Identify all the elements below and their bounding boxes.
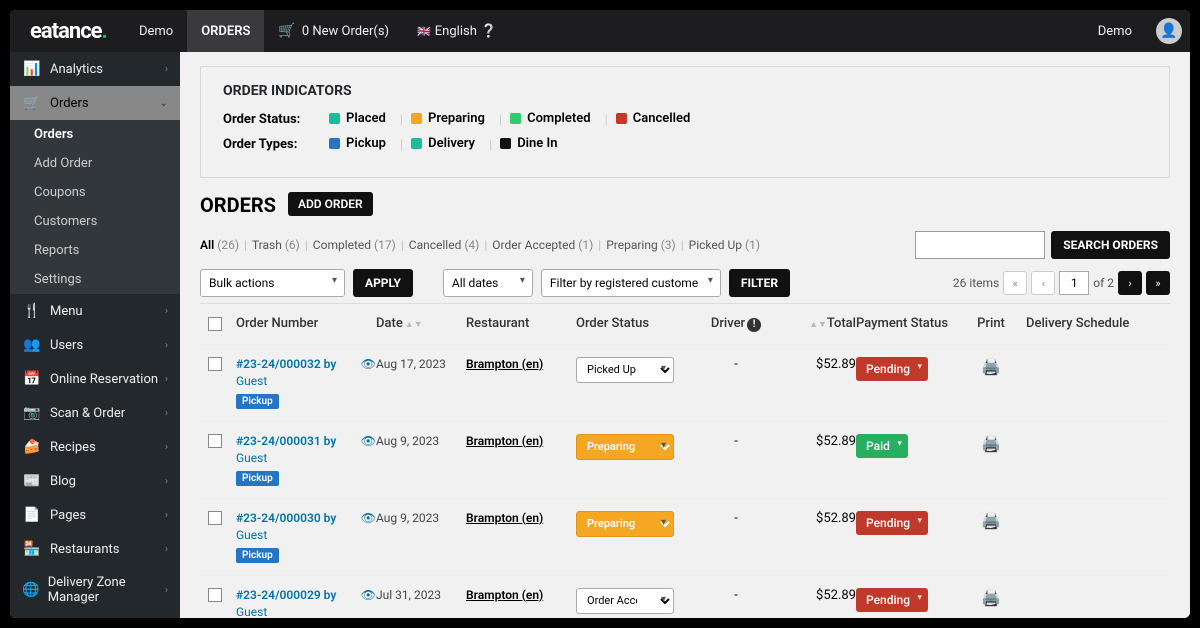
add-order-button[interactable]: ADD ORDER: [288, 192, 373, 216]
page-prev[interactable]: ‹: [1031, 271, 1055, 295]
print-icon[interactable]: 🖨️: [981, 511, 1001, 530]
filter-tab-completed[interactable]: Completed (17): [313, 238, 396, 252]
cart-icon: 🛒: [22, 95, 42, 111]
restaurant-link[interactable]: Brampton (en): [466, 588, 543, 602]
table-row: #23-24/000032 byGuestPickup👁Aug 17, 2023…: [200, 345, 1170, 422]
order-link[interactable]: #23-24/000031 by: [236, 434, 336, 448]
status-select[interactable]: Preparing: [576, 434, 674, 460]
table-header: Order Number Date▲▼ Restaurant Order Sta…: [200, 304, 1170, 345]
row-checkbox[interactable]: [208, 511, 222, 525]
sidebar-item-recipes[interactable]: 🍰Recipes›: [10, 430, 180, 464]
indicators-title: ORDER INDICATORS: [223, 83, 1147, 99]
sidebar-item-pages[interactable]: 📄Pages›: [10, 498, 180, 532]
page-title: ORDERS: [200, 193, 276, 217]
status-select[interactable]: Preparing: [576, 511, 674, 537]
payment-status-button[interactable]: Paid: [856, 434, 908, 458]
sort-icon: ▲▼: [405, 320, 423, 330]
customer-filter-select[interactable]: Filter by registered customer: [541, 269, 721, 297]
sidebar-sub-reports[interactable]: Reports: [10, 236, 180, 265]
sidebar-item-users[interactable]: 👥Users›: [10, 328, 180, 362]
top-new-orders[interactable]: 🛒0 New Order(s): [264, 10, 403, 52]
search-input[interactable]: [915, 231, 1045, 259]
order-link[interactable]: #23-24/000030 by: [236, 511, 336, 525]
sidebar-item-delivery-zone-manager[interactable]: 🌐Delivery Zone Manager›: [10, 566, 180, 614]
filter-button[interactable]: FILTER: [729, 269, 790, 297]
payment-status-button[interactable]: Pending: [856, 511, 928, 535]
sidebar-analytics[interactable]: 📊Analytics›: [10, 52, 180, 86]
print-icon[interactable]: 🖨️: [981, 357, 1001, 376]
order-indicators: ORDER INDICATORS Order Status:Placed|Pre…: [200, 66, 1170, 178]
sidebar-item-menu[interactable]: 🍴Menu›: [10, 294, 180, 328]
top-demo[interactable]: Demo: [125, 10, 187, 52]
sidebar-item-restaurants[interactable]: 🏪Restaurants›: [10, 532, 180, 566]
guest-link[interactable]: Guest: [236, 451, 336, 465]
table-row: #23-24/000031 byGuestPickup👁Aug 9, 2023B…: [200, 422, 1170, 499]
sidebar-orders[interactable]: 🛒Orders⌄: [10, 86, 180, 120]
eye-icon[interactable]: 👁: [361, 588, 376, 602]
sidebar-sub-orders[interactable]: Orders: [10, 120, 180, 149]
page-next[interactable]: ›: [1118, 271, 1142, 295]
guest-link[interactable]: Guest: [236, 374, 336, 388]
filter-tab-all[interactable]: All (26): [200, 238, 239, 252]
print-icon[interactable]: 🖨️: [981, 588, 1001, 607]
avatar[interactable]: 👤: [1156, 18, 1182, 44]
row-checkbox[interactable]: [208, 588, 222, 602]
restaurant-link[interactable]: Brampton (en): [466, 511, 543, 525]
eye-icon[interactable]: 👁: [361, 357, 376, 371]
row-checkbox[interactable]: [208, 434, 222, 448]
apply-button[interactable]: APPLY: [353, 269, 413, 297]
sidebar-sub-add-order[interactable]: Add Order: [10, 149, 180, 178]
sort-icon: ▲▼: [809, 320, 827, 330]
top-user[interactable]: Demo: [1084, 10, 1146, 52]
filter-tab-picked-up[interactable]: Picked Up (1): [689, 238, 760, 252]
info-icon[interactable]: !: [747, 318, 761, 332]
payment-status-button[interactable]: Pending: [856, 588, 928, 612]
status-select[interactable]: Picked Up: [576, 357, 674, 383]
sidebar-item-online-reservation[interactable]: 📅Online Reservation›: [10, 362, 180, 396]
status-select[interactable]: Order Accepted: [576, 588, 674, 614]
restaurant-link[interactable]: Brampton (en): [466, 434, 543, 448]
eye-icon[interactable]: 👁: [361, 434, 376, 448]
sidebar-item-scan-&-order[interactable]: 📷Scan & Order›: [10, 396, 180, 430]
filter-tab-order-accepted[interactable]: Order Accepted (1): [492, 238, 593, 252]
top-orders[interactable]: ORDERS: [187, 10, 264, 52]
search-orders-button[interactable]: SEARCH ORDERS: [1051, 231, 1170, 259]
items-count: 26 items: [953, 276, 999, 290]
sidebar-sub-customers[interactable]: Customers: [10, 207, 180, 236]
logo[interactable]: eatance.: [18, 19, 125, 44]
table-row: #23-24/000030 byGuestPickup👁Aug 9, 2023B…: [200, 499, 1170, 576]
sidebar-item-blog[interactable]: 📰Blog›: [10, 464, 180, 498]
sidebar: 📊Analytics› 🛒Orders⌄ OrdersAdd OrderCoup…: [10, 52, 180, 618]
select-all-checkbox[interactable]: [208, 317, 222, 331]
page-last[interactable]: »: [1146, 271, 1170, 295]
guest-link[interactable]: Guest: [236, 528, 336, 542]
restaurant-link[interactable]: Brampton (en): [466, 357, 543, 371]
filter-tab-preparing[interactable]: Preparing (3): [606, 238, 676, 252]
page-input[interactable]: [1059, 271, 1089, 295]
sidebar-sub-coupons[interactable]: Coupons: [10, 178, 180, 207]
filter-tabs: All (26)|Trash (6)|Completed (17)|Cancel…: [200, 238, 760, 252]
row-checkbox[interactable]: [208, 357, 222, 371]
chart-icon: 📊: [22, 61, 42, 77]
eye-icon[interactable]: 👁: [361, 511, 376, 525]
cart-icon: 🛒: [278, 23, 295, 39]
sidebar-item-media[interactable]: 🖼️Media›: [10, 614, 180, 618]
sidebar-sub-settings[interactable]: Settings: [10, 265, 180, 294]
print-icon[interactable]: 🖨️: [981, 434, 1001, 453]
order-link[interactable]: #23-24/000029 by: [236, 588, 336, 602]
dates-select[interactable]: All dates: [443, 269, 533, 297]
bulk-actions-select[interactable]: Bulk actions: [200, 269, 345, 297]
flag-icon: 🇬🇧: [417, 25, 431, 38]
guest-link[interactable]: Guest: [236, 605, 336, 619]
top-language[interactable]: 🇬🇧English ❔: [403, 10, 511, 52]
payment-status-button[interactable]: Pending: [856, 357, 928, 381]
table-row: #23-24/000029 byGuestPickup👁Jul 31, 2023…: [200, 576, 1170, 619]
filter-tab-cancelled[interactable]: Cancelled (4): [409, 238, 480, 252]
page-first[interactable]: «: [1003, 271, 1027, 295]
filter-tab-trash[interactable]: Trash (6): [252, 238, 300, 252]
order-link[interactable]: #23-24/000032 by: [236, 357, 336, 371]
